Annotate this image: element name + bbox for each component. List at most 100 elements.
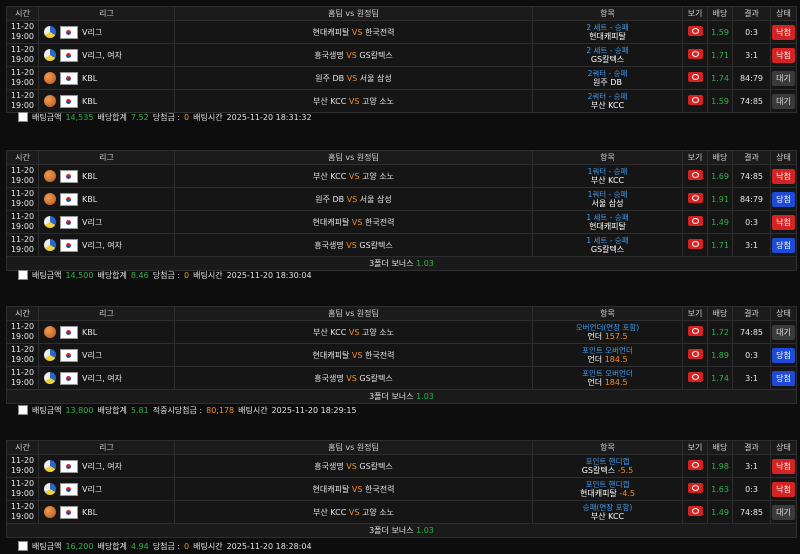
match-time: 11-20 19:00	[6, 210, 39, 234]
league-wrap: V리그	[40, 25, 174, 39]
pick-type: 1 세트 - 승패	[586, 235, 629, 245]
league-cell: KBL	[38, 500, 175, 524]
view-cell	[682, 66, 708, 90]
match-clock: 19:00	[10, 512, 35, 521]
view-eye-icon[interactable]	[687, 170, 703, 180]
pick-value: -5.5	[617, 465, 634, 475]
pick-type: 1쿼터 - 승패	[587, 189, 628, 199]
league-name: V리그, 여자	[82, 461, 122, 471]
odds-value: 1.59	[707, 20, 733, 44]
view-cell	[682, 366, 708, 390]
view-eye-icon[interactable]	[687, 372, 703, 382]
status-badge: 당첨	[772, 370, 795, 386]
table-row: 11-20 19:00 KBL 원주 DB VS 서울 삼성 2쿼터 - 승패 원주 DB…	[6, 66, 797, 90]
match-clock: 19:00	[10, 176, 35, 185]
vs-label: VS	[346, 240, 357, 250]
pick-value: -4.5	[619, 488, 635, 498]
header-view: 보기	[682, 6, 708, 21]
away-team: GS칼텍스	[359, 50, 393, 60]
odds-value: 1.74	[707, 66, 733, 90]
pick-cell: 포인트 핸디캡 GS칼텍스 -5.5	[532, 454, 683, 478]
view-eye-icon[interactable]	[687, 506, 703, 516]
league-wrap: V리그	[40, 348, 174, 362]
status-badge: 낙첨	[772, 47, 795, 63]
match-date: 11-20	[10, 212, 35, 221]
header-odds: 배당	[707, 440, 733, 455]
pick-type: 2 세트 - 승패	[586, 22, 629, 32]
match-clock: 19:00	[10, 245, 35, 254]
view-eye-icon[interactable]	[687, 95, 703, 105]
odds-total-label: 배당합계	[97, 270, 127, 280]
volleyball-icon	[44, 372, 56, 384]
view-eye-icon[interactable]	[687, 460, 703, 470]
league-name: V리그, 여자	[82, 373, 122, 383]
match-clock: 19:00	[10, 32, 35, 41]
header-odds: 배당	[707, 150, 733, 165]
pick-selection: 언더	[587, 331, 603, 341]
view-eye-icon[interactable]	[687, 216, 703, 226]
odds-total-label: 배당합계	[97, 405, 127, 415]
home-team: 현대캐피탈	[312, 27, 350, 37]
view-eye-icon[interactable]	[687, 349, 703, 359]
league-name: KBL	[82, 96, 98, 106]
league-cell: V리그, 여자	[38, 366, 175, 390]
view-cell	[682, 320, 708, 344]
select-checkbox[interactable]	[18, 541, 28, 551]
league-wrap: V리그	[40, 482, 174, 496]
odds-total-label: 배당합계	[97, 112, 127, 122]
home-team: 원주 DB	[315, 194, 345, 204]
match-date: 11-20	[10, 45, 35, 54]
league-wrap: KBL	[40, 192, 174, 206]
pick-type: 포인트 핸디캡	[585, 479, 630, 489]
pick-cell: 1 세트 - 승패 현대캐피탈	[532, 210, 683, 234]
volleyball-icon	[44, 460, 56, 472]
vs-label: VS	[348, 171, 360, 181]
bet-time-value: 2025-11-20 18:31:32	[226, 112, 312, 122]
status-cell: 당첨	[770, 233, 797, 257]
match-clock: 19:00	[10, 222, 35, 231]
view-eye-icon[interactable]	[687, 239, 703, 249]
odds-value: 1.63	[707, 477, 733, 501]
header-odds: 배당	[707, 6, 733, 21]
vs-label: VS	[346, 194, 358, 204]
match-time: 11-20 19:00	[6, 66, 39, 90]
korea-flag-icon	[60, 48, 78, 62]
header-status: 상태	[770, 150, 797, 165]
header-item: 항목	[532, 440, 683, 455]
pick-value: 184.5	[604, 354, 628, 364]
league-cell: V리그, 여자	[38, 43, 175, 67]
match-time: 11-20 19:00	[6, 477, 39, 501]
view-eye-icon[interactable]	[687, 72, 703, 82]
view-eye-icon[interactable]	[687, 326, 703, 336]
home-team: 부산 KCC	[313, 507, 347, 517]
match-cell: 흥국생명 VS GS칼텍스	[174, 43, 533, 67]
league-name: V리그, 여자	[82, 240, 122, 250]
home-team: 흥국생명	[314, 240, 344, 250]
league-wrap: V리그	[40, 215, 174, 229]
result-score: 3:1	[732, 43, 771, 67]
table-row: 11-20 19:00 KBL 부산 KCC VS 고양 소노 1쿼터 - 승패 부산 K…	[6, 164, 797, 188]
league-wrap: KBL	[40, 325, 174, 339]
league-cell: V리그	[38, 343, 175, 367]
header-status: 상태	[770, 306, 797, 321]
view-eye-icon[interactable]	[687, 49, 703, 59]
select-checkbox[interactable]	[18, 270, 28, 280]
view-eye-icon[interactable]	[687, 483, 703, 493]
bonus-label: 3폴더 보너스	[369, 526, 414, 535]
match-time: 11-20 19:00	[6, 187, 39, 211]
bet-slip: 시간 리그 홈팀 vs 원정팀 항목 보기 배당 결과 상태 11-20 19:00 V리그 현대캐피…	[6, 6, 797, 113]
status-badge: 대기	[772, 70, 795, 86]
odds-total-value: 8.46	[130, 270, 149, 280]
view-eye-icon[interactable]	[687, 193, 703, 203]
select-checkbox[interactable]	[18, 112, 28, 122]
header-time: 시간	[6, 150, 39, 165]
pick-selection: 언더	[587, 354, 603, 364]
view-eye-icon[interactable]	[687, 26, 703, 36]
pick-line: 부산 KCC	[534, 176, 682, 186]
header-result: 결과	[732, 440, 771, 455]
select-checkbox[interactable]	[18, 405, 28, 415]
header-view: 보기	[682, 150, 708, 165]
table-row: 11-20 19:00 V리그 현대캐피탈 VS 한국전력 포인트 핸디캡 현대캐피탈 -…	[6, 477, 797, 501]
status-cell: 낙첨	[770, 20, 797, 44]
away-team: 고양 소노	[361, 96, 394, 106]
